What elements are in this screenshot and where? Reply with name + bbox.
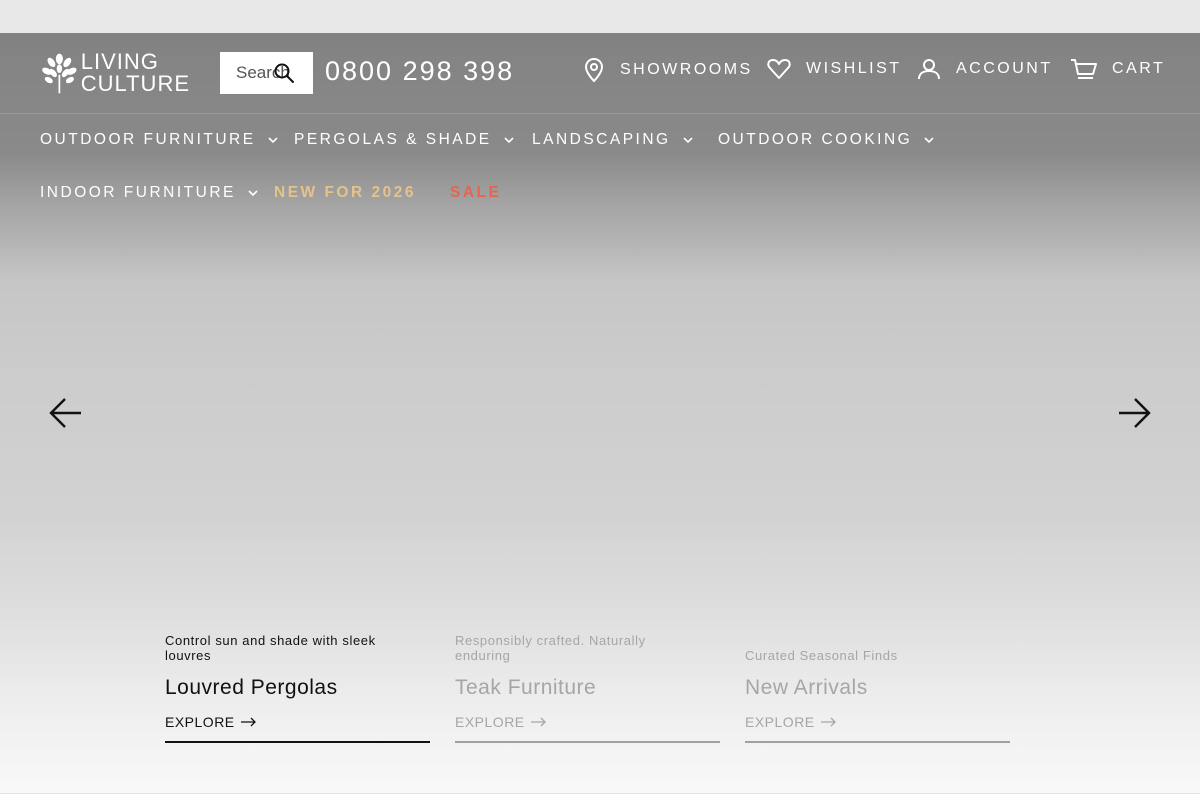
slide-progress-line [455, 741, 720, 743]
heart-icon [767, 59, 791, 79]
showrooms-label: SHOWROOMS [620, 61, 753, 78]
nav-sale[interactable]: SALE [450, 184, 501, 202]
explore-link[interactable]: EXPLORE [745, 714, 837, 730]
slide-tab-louvred-pergolas[interactable]: Control sun and shade with sleek louvres… [165, 630, 430, 743]
brand-logo[interactable]: LIVING CULTURE [40, 48, 190, 98]
chevron-down-icon [268, 136, 278, 143]
cart-icon [1071, 59, 1097, 79]
arrow-right-icon [530, 717, 546, 727]
nav-landscaping[interactable]: LANDSCAPING [532, 131, 693, 149]
announcement-bar [0, 0, 1200, 33]
cart-label: CART [1112, 60, 1166, 77]
chevron-down-icon [504, 136, 514, 143]
next-slide-arrow-icon[interactable] [1117, 396, 1151, 430]
user-icon [918, 59, 940, 80]
slide-tab-new-arrivals[interactable]: Curated Seasonal Finds New Arrivals EXPL… [745, 630, 1010, 743]
nav-outdoor-furniture[interactable]: OUTDOOR FURNITURE [40, 131, 278, 149]
location-pin-icon [584, 57, 604, 83]
chevron-down-icon [924, 136, 934, 143]
brand-line-2: CULTURE [80, 71, 190, 96]
account-link[interactable]: ACCOUNT [916, 57, 1053, 81]
arrow-right-icon [820, 717, 836, 727]
wishlist-link[interactable]: WISHLIST [766, 57, 902, 81]
nav-pergolas-shade[interactable]: PERGOLAS & SHADE [294, 131, 514, 149]
nav-new-for-2026[interactable]: NEW FOR 2026 [274, 184, 416, 202]
showrooms-link[interactable]: SHOWROOMS [582, 57, 753, 83]
slide-progress-line [745, 741, 1010, 743]
phone-number[interactable]: 0800 298 398 [325, 56, 514, 87]
brand-wordmark: LIVING CULTURE [81, 51, 190, 95]
site-header: LIVING CULTURE 0800 298 398 SHOWROOMS WI… [0, 33, 1200, 113]
nav-pergolas-shade-label: PERGOLAS & SHADE [294, 131, 492, 148]
chevron-down-icon [248, 189, 258, 196]
explore-label: EXPLORE [165, 714, 235, 730]
slide-subtitle: Curated Seasonal Finds [745, 648, 898, 663]
slide-subtitle: Responsibly crafted. Naturally enduring [455, 633, 646, 663]
cart-link[interactable]: CART [1070, 57, 1165, 81]
explore-link[interactable]: EXPLORE [455, 714, 547, 730]
slide-title: Louvred Pergolas [165, 676, 338, 699]
search-icon[interactable] [272, 61, 296, 85]
nav-outdoor-furniture-label: OUTDOOR FURNITURE [40, 131, 256, 148]
brand-line-1: LIVING [80, 49, 159, 74]
arrow-right-icon [240, 717, 256, 727]
section-divider [0, 793, 1200, 794]
nav-indoor-furniture-label: INDOOR FURNITURE [40, 184, 236, 201]
slide-progress-line [165, 741, 430, 743]
previous-slide-arrow-icon[interactable] [49, 396, 83, 430]
slide-subtitle: Control sun and shade with sleek louvres [165, 633, 376, 663]
account-label: ACCOUNT [956, 60, 1053, 77]
nav-indoor-furniture[interactable]: INDOOR FURNITURE [40, 184, 258, 202]
header-divider [0, 113, 1200, 114]
explore-link[interactable]: EXPLORE [165, 714, 257, 730]
nav-landscaping-label: LANDSCAPING [532, 131, 671, 148]
nav-outdoor-cooking-label: OUTDOOR COOKING [718, 131, 913, 148]
nav-outdoor-cooking[interactable]: OUTDOOR COOKING [718, 131, 934, 149]
search-box [220, 52, 313, 94]
chevron-down-icon [683, 136, 693, 143]
slide-title: Teak Furniture [455, 676, 597, 699]
tree-logo-icon [42, 53, 77, 94]
explore-label: EXPLORE [745, 714, 815, 730]
explore-label: EXPLORE [455, 714, 525, 730]
slide-title: New Arrivals [745, 676, 868, 699]
slide-tab-teak-furniture[interactable]: Responsibly crafted. Naturally enduring … [455, 630, 720, 743]
wishlist-label: WISHLIST [806, 60, 902, 77]
